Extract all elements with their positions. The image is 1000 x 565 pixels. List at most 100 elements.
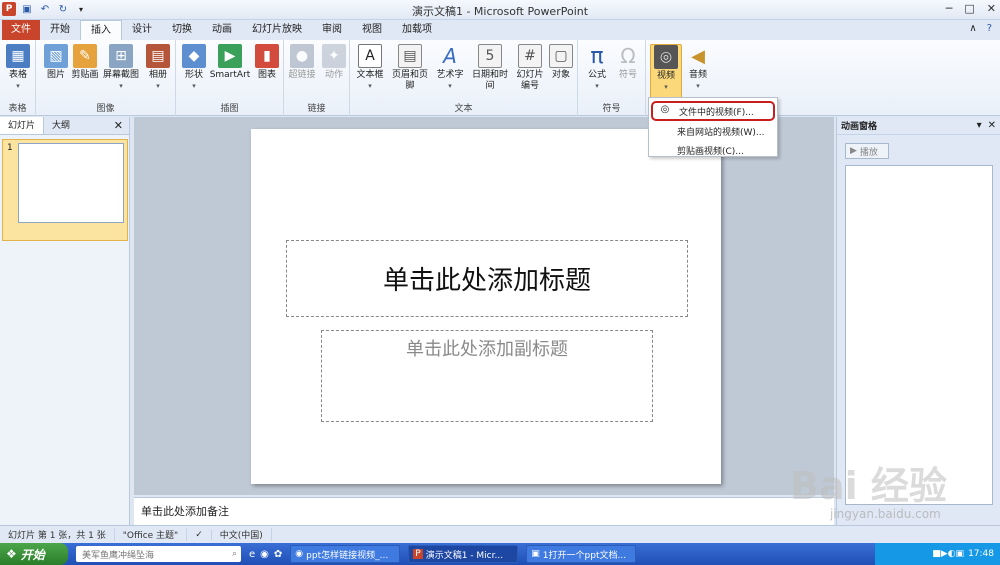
ie-icon[interactable]: e [249, 549, 255, 560]
tab-home[interactable]: 开始 [40, 20, 80, 40]
search-icon[interactable]: ⌕ [232, 549, 237, 559]
taskbar-item-powerpoint[interactable]: P 演示文稿1 - Micr... [408, 545, 519, 563]
audio-button[interactable]: ◀ 音频 ▾ [684, 44, 712, 92]
system-tray: ■▶◐▣ 17:48 [875, 543, 1000, 565]
group-label-links: 链接 [307, 104, 326, 114]
group-links: ● 超链接 ✦ 动作 链接 [284, 40, 350, 116]
slide-thumbnail-item[interactable]: 1 [2, 139, 128, 241]
clipart-button[interactable]: ✎ 剪贴画 [70, 44, 100, 81]
windows-logo-icon: ❖ [6, 547, 17, 561]
symbol-button[interactable]: Ω 符号 [614, 44, 642, 81]
menu-item-video-from-website[interactable]: 来自网站的视频(W)... [649, 122, 777, 140]
equation-button[interactable]: π 公式 ▾ [582, 44, 612, 92]
slide-number-button[interactable]: # 幻灯片 编号 [514, 44, 546, 92]
object-button[interactable]: ▢ 对象 [548, 44, 574, 81]
minimize-button[interactable]: ─ [946, 2, 953, 15]
group-label-images: 图像 [96, 104, 115, 114]
folder-icon: ▣ [531, 549, 540, 559]
browser-icon: ◉ [295, 549, 304, 559]
textbox-icon: A [358, 44, 382, 68]
title-placeholder[interactable]: 单击此处添加标题 [286, 240, 688, 317]
notes-pane[interactable]: 单击此处添加备注 [134, 497, 834, 525]
tab-file[interactable]: 文件 [2, 20, 40, 40]
film-reel-icon: ◎ [660, 104, 670, 115]
powerpoint-icon: P [413, 549, 423, 559]
title-bar: P ▣ ↶ ↻ ▾ 演示文稿1 - Microsoft PowerPoint ─… [0, 0, 1000, 20]
wordart-button[interactable]: A 艺术字 ▾ [434, 44, 466, 92]
tab-addins[interactable]: 加载项 [392, 20, 442, 40]
quick-launch: e ◉ ✿ [249, 549, 282, 560]
tab-review[interactable]: 审阅 [312, 20, 352, 40]
photo-album-icon: ▤ [146, 44, 170, 68]
window-title: 演示文稿1 - Microsoft PowerPoint [411, 5, 589, 18]
slide-count-status: 幻灯片 第 1 张，共 1 张 [0, 528, 115, 541]
taskbar-item-browser[interactable]: ◉ ppt怎样链接视频_... [290, 545, 401, 563]
action-button[interactable]: ✦ 动作 [320, 44, 348, 81]
taskbar: ❖ 开始 美军鱼鹰冲绳坠海 ⌕ e ◉ ✿ ◉ ppt怎样链接视频_... P … [0, 543, 1000, 565]
maximize-button[interactable]: □ [964, 2, 974, 15]
theme-status[interactable]: "Office 主题" [115, 528, 188, 541]
close-icon[interactable]: ✕ [114, 117, 129, 134]
clipart-icon: ✎ [73, 44, 97, 68]
tab-insert[interactable]: 插入 [80, 20, 122, 40]
date-time-button[interactable]: 5 日期和时间 [468, 44, 512, 92]
subtitle-placeholder[interactable]: 单击此处添加副标题 [321, 330, 653, 422]
header-footer-button[interactable]: ▤ 页眉和页脚 [388, 44, 432, 92]
pane-options-icon[interactable]: ▾ [977, 120, 982, 131]
play-button[interactable]: ▶ 播放 [845, 143, 889, 159]
tab-slides[interactable]: 幻灯片 [0, 117, 45, 134]
taskbar-search[interactable]: 美军鱼鹰冲绳坠海 ⌕ [76, 546, 241, 562]
menu-item-clipart-video[interactable]: 剪贴画视频(C)... [649, 141, 777, 159]
chart-button[interactable]: ▮ 图表 [254, 44, 280, 81]
tab-slideshow[interactable]: 幻灯片放映 [242, 20, 312, 40]
group-images: ▧ 图片 ✎ 剪贴画 ⊞ 屏幕截图 ▾ ▤ 相册 ▾ 图像 [36, 40, 176, 116]
group-label-illustrations: 插图 [220, 104, 239, 114]
video-button[interactable]: ◎ 视频 ▾ [650, 44, 682, 100]
tab-design[interactable]: 设计 [122, 20, 162, 40]
media-icon[interactable]: ✿ [274, 549, 282, 560]
ribbon-tabs: 文件 开始 插入 设计 切换 动画 幻灯片放映 审阅 视图 加载项 ∧ ? [0, 20, 1000, 40]
video-dropdown-menu: ◎ 文件中的视频(F)... 来自网站的视频(W)... 剪贴画视频(C)... [648, 97, 778, 157]
tab-transitions[interactable]: 切换 [162, 20, 202, 40]
slide-number: 1 [7, 143, 13, 153]
hyperlink-icon: ● [290, 44, 314, 68]
animation-list[interactable] [845, 165, 993, 505]
tab-outline[interactable]: 大纲 [44, 117, 78, 134]
slide[interactable]: 单击此处添加标题 单击此处添加副标题 [251, 129, 721, 484]
collapse-ribbon-icon[interactable]: ∧ [969, 23, 976, 34]
tab-animations[interactable]: 动画 [202, 20, 242, 40]
animation-pane-header: 动画窗格 ▾ ✕ [837, 117, 1000, 135]
group-tables: ▦ 表格 ▾ 表格 [0, 40, 36, 116]
start-button[interactable]: ❖ 开始 [0, 543, 68, 565]
shapes-icon: ◆ [182, 44, 206, 68]
picture-icon: ▧ [44, 44, 68, 68]
clock[interactable]: 17:48 [968, 549, 994, 559]
tray-icons[interactable]: ■▶◐▣ [932, 549, 964, 559]
slides-panel: 幻灯片 大纲 ✕ 1 [0, 117, 130, 525]
pi-icon: π [590, 43, 604, 69]
calendar-icon: 5 [478, 44, 502, 68]
menu-item-video-from-file[interactable]: ◎ 文件中的视频(F)... [651, 101, 775, 121]
group-label-tables: 表格 [8, 104, 27, 114]
language-status[interactable]: 中文(中国) [212, 528, 272, 541]
browser-icon[interactable]: ◉ [260, 549, 269, 560]
blank-icon [655, 143, 671, 157]
screenshot-button[interactable]: ⊞ 屏幕截图 ▾ [102, 44, 140, 92]
photo-album-button[interactable]: ▤ 相册 ▾ [144, 44, 172, 92]
group-label-text: 文本 [454, 104, 473, 114]
table-button[interactable]: ▦ 表格 ▾ [4, 44, 32, 92]
help-icon[interactable]: ? [987, 23, 992, 34]
taskbar-item-folder[interactable]: ▣ 1打开一个ppt文档... [526, 545, 637, 563]
slide-thumbnail[interactable] [18, 143, 124, 223]
picture-button[interactable]: ▧ 图片 [42, 44, 70, 81]
group-label-symbols: 符号 [602, 104, 621, 114]
textbox-button[interactable]: A 文本框 ▾ [354, 44, 386, 92]
close-icon[interactable]: ✕ [988, 120, 996, 131]
spellcheck-icon[interactable]: ✓ [187, 529, 212, 540]
hyperlink-button[interactable]: ● 超链接 [286, 44, 318, 81]
shapes-button[interactable]: ◆ 形状 ▾ [180, 44, 208, 92]
close-button[interactable]: ✕ [987, 2, 996, 15]
tab-view[interactable]: 视图 [352, 20, 392, 40]
smartart-button[interactable]: ▶ SmartArt [208, 44, 252, 81]
animation-pane: 动画窗格 ▾ ✕ ▶ 播放 [836, 117, 1000, 525]
